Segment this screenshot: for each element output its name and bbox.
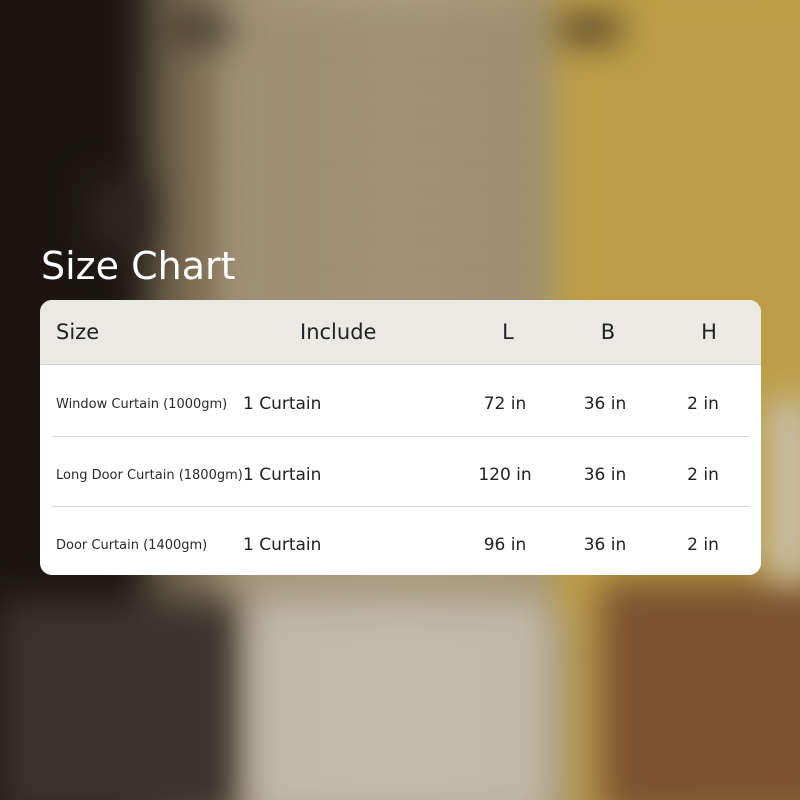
column-header-size: Size [56, 320, 100, 344]
cell-length: 96 in [483, 535, 527, 555]
page-title: Size Chart [41, 244, 236, 288]
table-row: Window Curtain (1000gm) 1 Curtain 72 in … [40, 365, 761, 435]
cell-size: Door Curtain (1400gm) [56, 538, 208, 553]
cell-size: Window Curtain (1000gm) [56, 397, 228, 412]
cell-height: 2 in [687, 465, 719, 485]
cell-breadth: 36 in [583, 535, 627, 555]
size-chart-table: Size Include L B H Window Curtain (1000g… [40, 300, 761, 575]
column-header-length: L [502, 320, 514, 344]
cell-height: 2 in [687, 535, 719, 555]
cell-height: 2 in [687, 394, 719, 414]
table-header-row: Size Include L B H [40, 300, 761, 365]
cell-include: 1 Curtain [243, 535, 322, 555]
cell-length: 120 in [478, 465, 532, 485]
column-header-include: Include [300, 320, 377, 344]
cell-length: 72 in [483, 394, 527, 414]
cell-breadth: 36 in [583, 465, 627, 485]
column-header-height: H [701, 320, 717, 344]
cell-include: 1 Curtain [243, 465, 322, 485]
column-header-breadth: B [600, 320, 616, 344]
cell-size: Long Door Curtain (1800gm) [56, 468, 243, 483]
table-row: Long Door Curtain (1800gm) 1 Curtain 120… [40, 436, 761, 506]
table-row: Door Curtain (1400gm) 1 Curtain 96 in 36… [40, 506, 761, 575]
cell-breadth: 36 in [583, 394, 627, 414]
cell-include: 1 Curtain [243, 394, 322, 414]
